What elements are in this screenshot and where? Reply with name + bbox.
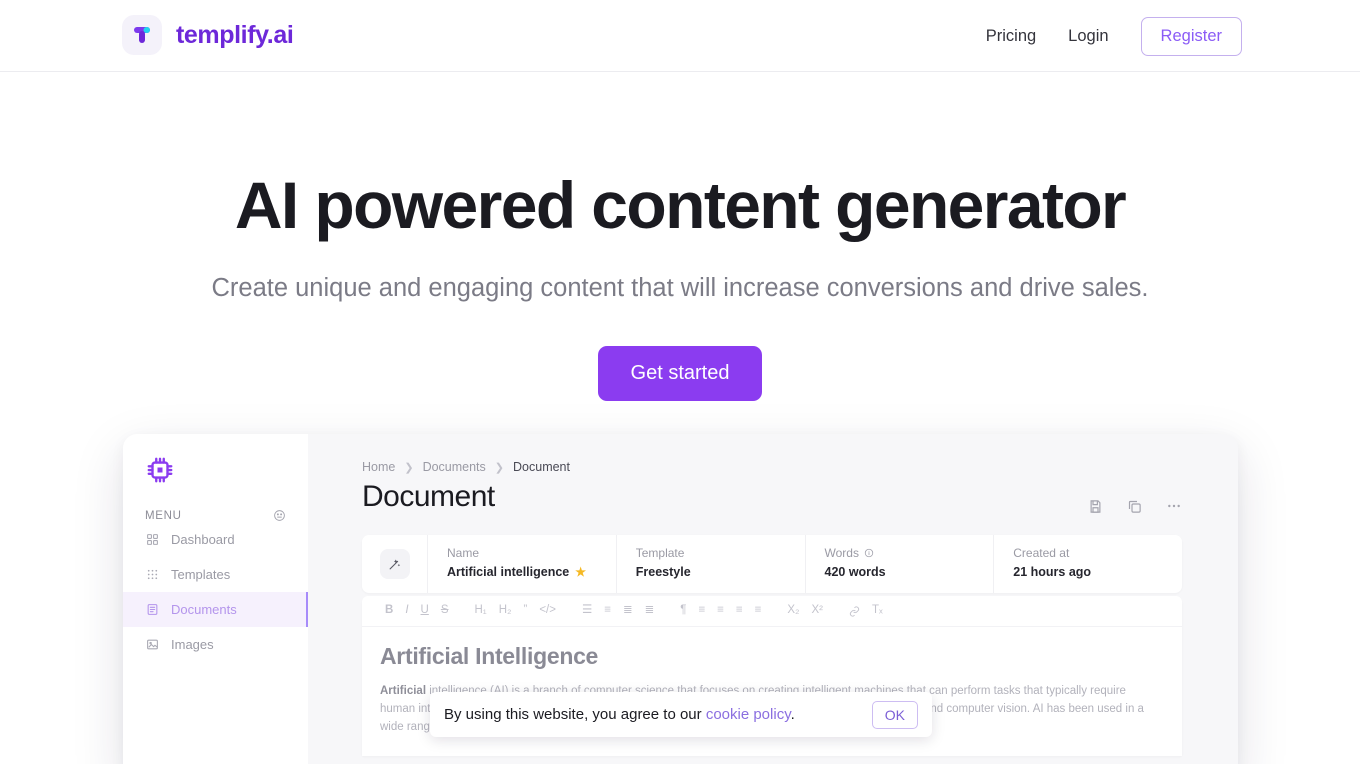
top-navigation-bar: templify.ai Pricing Login Register [0, 0, 1360, 72]
indent-button[interactable]: ≣ [639, 605, 661, 617]
meta-cell-words: Words 420 words [806, 535, 995, 593]
document-lines-icon [145, 602, 160, 617]
underline-button[interactable]: U [415, 605, 435, 617]
heading-1-button[interactable]: H₁ [469, 605, 493, 617]
align-justify-button[interactable]: ≡ [749, 605, 768, 617]
brand-logo-link[interactable]: templify.ai [122, 15, 294, 55]
paragraph-lead: Artificial [380, 685, 427, 697]
meta-label-wrap: Words [825, 546, 994, 560]
meta-value-wrap: Artificial intelligence ★ [447, 565, 616, 579]
cookie-policy-link[interactable]: cookie policy [706, 706, 791, 723]
cookie-text-after: . [790, 706, 795, 723]
sidebar-item-documents[interactable]: Documents [123, 592, 308, 627]
meta-value: 420 words [824, 565, 886, 579]
text-direction-button[interactable]: ¶ [674, 605, 692, 617]
blockquote-button[interactable]: ” [517, 605, 533, 617]
breadcrumb-item-documents[interactable]: Documents [423, 460, 486, 474]
editor-toolbar: B I U S H₁ H₂ ” </> ☰ ≡ ≣ ≣ ¶ ≡ ≡ ≡ ≡ X₂… [362, 596, 1182, 627]
chevron-right-icon: ❯ [494, 461, 505, 474]
meta-label: Template [635, 546, 685, 560]
image-icon [145, 637, 160, 652]
clear-format-button[interactable]: Tₓ [866, 605, 889, 617]
code-block-button[interactable]: </> [533, 605, 562, 617]
sidebar-menu-header: MENU [123, 509, 308, 522]
document-actions [1088, 480, 1182, 514]
subscript-button[interactable]: X₂ [781, 605, 805, 617]
sidebar-item-dashboard[interactable]: Dashboard [123, 522, 308, 557]
align-center-button[interactable]: ≡ [711, 605, 730, 617]
meta-cell-name: Name Artificial intelligence ★ [428, 535, 617, 593]
cookie-banner-text: By using this website, you agree to our … [444, 706, 795, 723]
nav-link-pricing[interactable]: Pricing [970, 17, 1052, 56]
sidebar-item-images[interactable]: Images [123, 627, 308, 662]
nav-link-login[interactable]: Login [1052, 17, 1124, 56]
document-meta-strip: Name Artificial intelligence ★ Template … [362, 535, 1182, 593]
sidebar-item-templates[interactable]: Templates [123, 557, 308, 592]
meta-cell-created: Created at 21 hours ago [994, 535, 1182, 593]
app-sidebar: MENU Dashboard Templates Documents Image… [123, 434, 308, 764]
cta-wrapper: Get started [0, 346, 1360, 401]
meta-label: Created at [1013, 546, 1070, 560]
sidebar-item-label: Dashboard [171, 532, 235, 547]
meta-label: Words [824, 546, 859, 560]
meta-value: 21 hours ago [1013, 565, 1092, 579]
outdent-button[interactable]: ≣ [617, 605, 639, 617]
meta-value: Freestyle [635, 565, 691, 579]
cpu-chip-icon [123, 434, 308, 485]
breadcrumb: Home ❯ Documents ❯ Document [308, 460, 1238, 474]
breadcrumb-item-current: Document [513, 460, 570, 474]
save-icon[interactable] [1088, 499, 1103, 514]
magic-wand-cell [362, 535, 428, 593]
chevron-right-icon: ❯ [404, 461, 414, 474]
breadcrumb-item-home[interactable]: Home [362, 460, 395, 474]
info-icon[interactable] [864, 548, 874, 558]
meta-cell-template: Template Freestyle [617, 535, 806, 593]
align-left-button[interactable]: ≡ [692, 605, 711, 617]
page-title: AI powered content generator [234, 168, 1127, 242]
duplicate-icon[interactable] [1127, 499, 1142, 514]
document-heading: Artificial Intelligence [380, 643, 599, 669]
brand-name: templify.ai [176, 20, 294, 49]
align-right-button[interactable]: ≡ [730, 605, 749, 617]
star-icon[interactable]: ★ [575, 565, 586, 579]
document-page-title: Document [362, 480, 495, 513]
dots-grid-icon [145, 567, 160, 582]
ordered-list-button[interactable]: ☰ [576, 605, 598, 617]
register-button[interactable]: Register [1140, 16, 1242, 56]
hero-section: AI powered content generator Create uniq… [0, 72, 1360, 401]
sidebar-item-label: Images [171, 637, 214, 652]
link-icon[interactable] [843, 605, 866, 617]
magic-wand-icon[interactable] [379, 549, 410, 579]
hero-subtitle: Create unique and engaging content that … [211, 274, 1149, 302]
strikethrough-button[interactable]: S [435, 605, 455, 617]
italic-button[interactable]: I [399, 605, 414, 617]
nav-links: Pricing Login Register [970, 0, 1242, 72]
sidebar-item-label: Templates [171, 567, 231, 582]
get-started-button[interactable]: Get started [597, 346, 763, 401]
bullet-list-button[interactable]: ≡ [598, 605, 617, 617]
templify-t-logo-icon [122, 15, 162, 55]
sidebar-menu-label: MENU [145, 509, 182, 522]
cookie-ok-button[interactable]: OK [871, 700, 918, 729]
heading-2-button[interactable]: H₂ [493, 605, 518, 617]
cookie-text-before: By using this website, you agree to our [444, 706, 706, 723]
more-options-icon[interactable] [1166, 498, 1182, 514]
superscript-button[interactable]: X² [805, 605, 829, 617]
meta-label: Name [447, 546, 480, 560]
meta-value: Artificial intelligence [447, 565, 570, 579]
cookie-consent-banner: By using this website, you agree to our … [430, 692, 932, 737]
document-header: Document [308, 474, 1238, 514]
face-circle-icon[interactable] [273, 509, 286, 522]
bold-button[interactable]: B [379, 605, 399, 617]
grid-squares-icon [145, 532, 160, 547]
sidebar-item-label: Documents [171, 602, 237, 617]
